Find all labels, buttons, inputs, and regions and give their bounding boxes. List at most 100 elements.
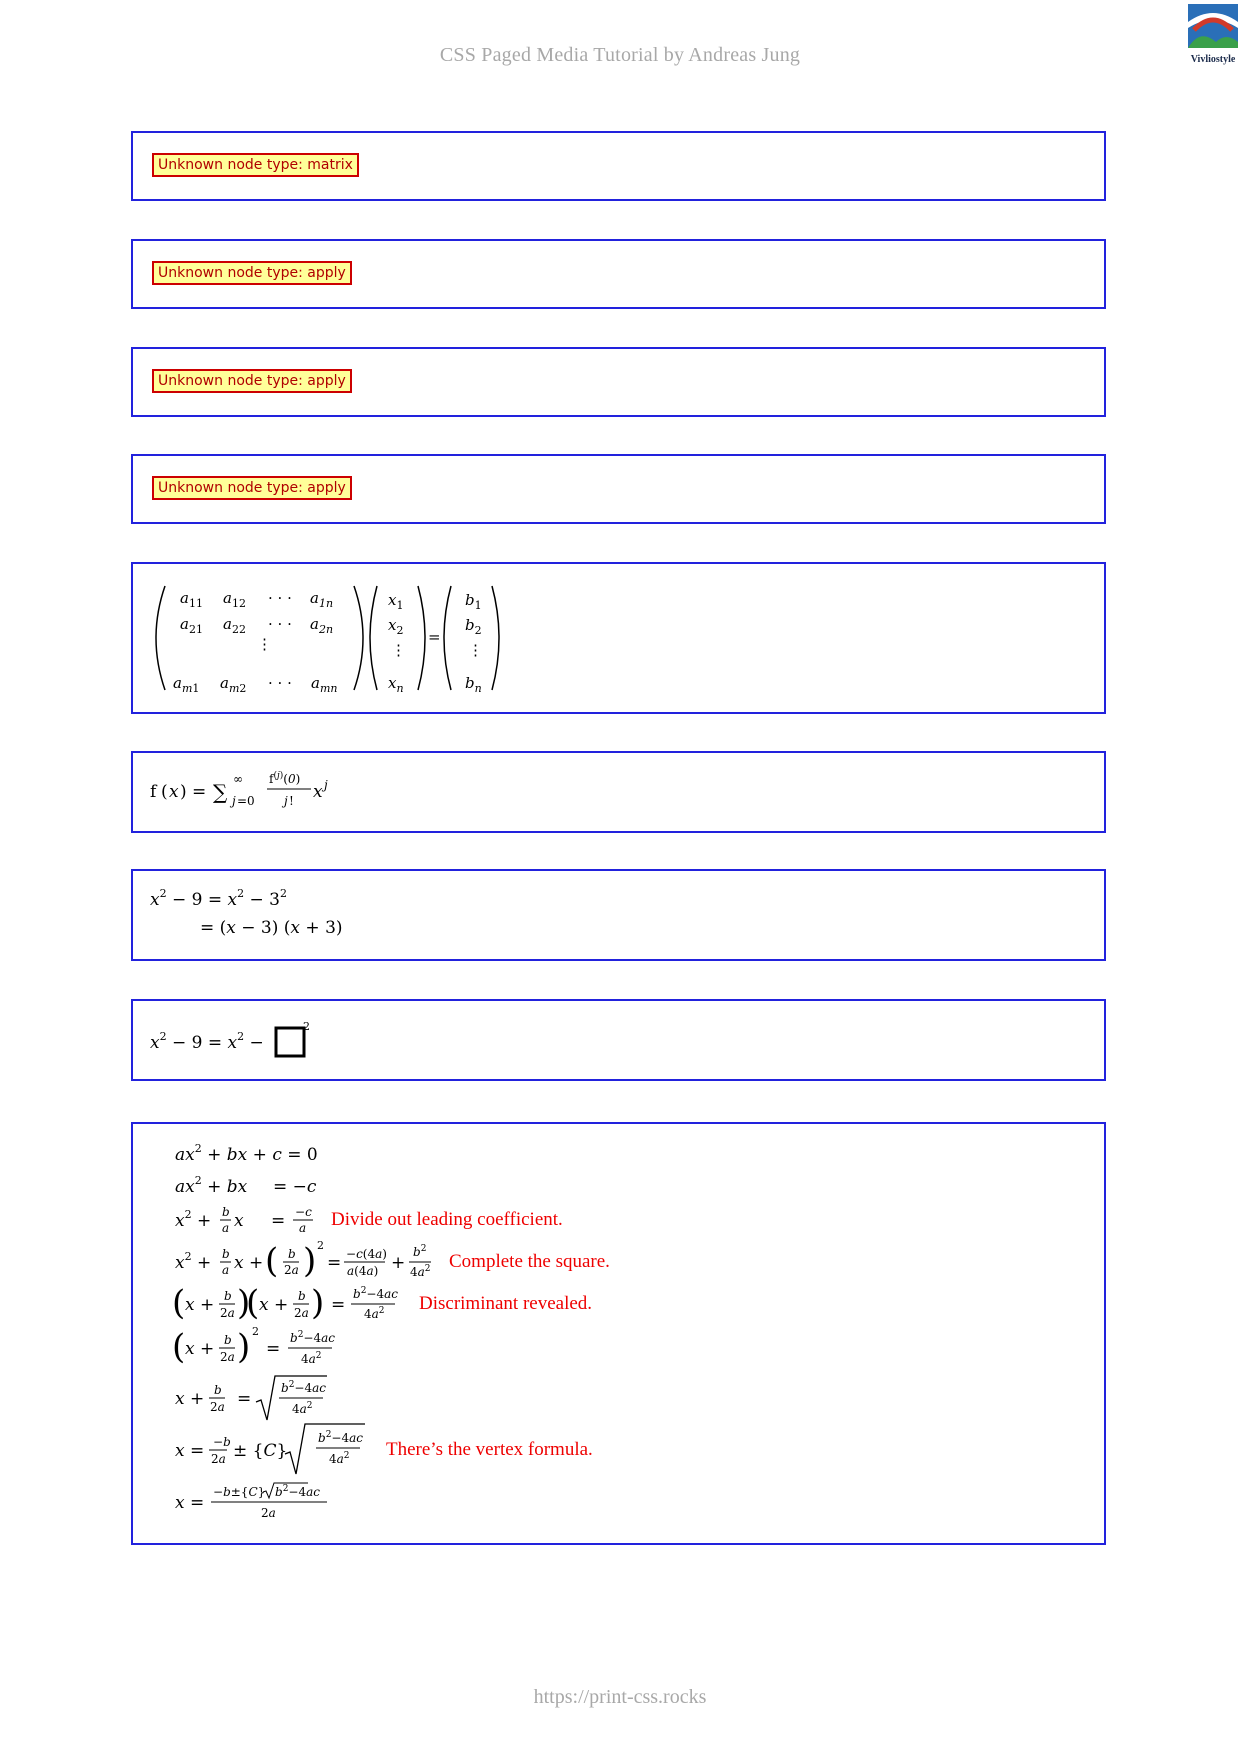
svg-text:=: =	[331, 1295, 345, 1315]
svg-text:= −c: = −c	[273, 1177, 317, 1197]
math-box-matrix-error: Unknown node type: matrix	[131, 131, 1106, 201]
svg-text:2a: 2a	[211, 1452, 226, 1466]
svg-text:a12: a12	[223, 589, 246, 610]
svg-text:b2: b2	[465, 616, 482, 637]
svg-text:2a: 2a	[261, 1506, 276, 1520]
svg-text:a1n: a1n	[310, 589, 333, 610]
svg-text:b: b	[224, 1289, 232, 1303]
annotation-step3: Divide out leading coefficient.	[331, 1209, 563, 1230]
svg-text:⋮: ⋮	[391, 641, 406, 659]
svg-text:+: +	[391, 1253, 405, 1273]
logo-wordmark: Vivliostyle	[1190, 54, 1236, 65]
svg-text:x =: x =	[175, 1441, 204, 1461]
svg-text:x2 +: x2 +	[175, 1250, 211, 1273]
svg-text:2: 2	[303, 1020, 310, 1033]
page-footer[interactable]: https://print-css.rocks	[0, 1686, 1240, 1709]
quadratic-derivation: ax2 + bx + c = 0 ax2 + bx = −c x2 + ba x…	[172, 1142, 610, 1520]
svg-text:x +: x +	[185, 1295, 214, 1315]
svg-text:=: =	[266, 1339, 280, 1359]
svg-text:2a: 2a	[220, 1350, 235, 1364]
svg-text:f(j)(0): f(j)(0)	[269, 770, 300, 786]
difference-of-squares-formula: x2 − 9 = x2 − 32 = (x − 3) (x + 3)	[150, 887, 343, 938]
svg-text:x2: x2	[388, 616, 403, 637]
svg-text:f: f	[150, 782, 158, 802]
svg-text:−b±{C}: −b±{C}	[213, 1485, 265, 1499]
svg-text:b: b	[222, 1247, 230, 1261]
svg-text:): )	[180, 782, 187, 802]
annotation-step5: Discriminant revealed.	[419, 1293, 592, 1314]
svg-text:b2: b2	[413, 1244, 426, 1259]
svg-text:x +: x +	[234, 1253, 263, 1273]
svg-text:b2−4ac: b2−4ac	[290, 1330, 335, 1345]
svg-text:=: =	[428, 628, 441, 646]
svg-text:): )	[237, 1327, 250, 1367]
svg-text:· · ·: · · ·	[268, 674, 292, 692]
svg-text:b2−4ac: b2−4ac	[353, 1286, 398, 1301]
svg-text:(: (	[265, 1241, 278, 1281]
svg-text:x1: x1	[388, 591, 403, 612]
matrix-equation: a11 a12 · · · a1n a21 a22 · · · a2n ⋮ am…	[155, 585, 500, 695]
svg-text:amn: amn	[311, 674, 337, 695]
svg-text:· · ·: · · ·	[268, 589, 292, 607]
svg-text:x2 − 9 = x2 −: x2 − 9 = x2 −	[150, 1030, 264, 1053]
svg-text:x2 − 9 = x2 − 32: x2 − 9 = x2 − 32	[150, 887, 287, 910]
svg-text:x +: x +	[185, 1339, 214, 1359]
svg-text:2a: 2a	[220, 1306, 235, 1320]
math-box-placeholder-square: x2 − 9 = x2 − 2	[131, 999, 1106, 1081]
error-label: Unknown node type: apply	[152, 369, 352, 393]
taylor-series-formula: f (x) = ∑ ∞ j =0 f(j)(0) j! x j	[150, 770, 328, 808]
svg-text:x: x	[169, 782, 179, 802]
annotation-step4: Complete the square.	[449, 1251, 610, 1272]
svg-text:⋮: ⋮	[468, 641, 483, 659]
svg-text:(: (	[172, 1283, 185, 1323]
svg-text:a: a	[222, 1263, 229, 1277]
svg-text:a: a	[299, 1221, 306, 1235]
svg-text:2a: 2a	[210, 1400, 225, 1414]
svg-text:): )	[311, 1283, 324, 1323]
error-label: Unknown node type: apply	[152, 261, 352, 285]
svg-text:4a2: 4a2	[329, 1451, 350, 1466]
svg-text:=: =	[327, 1253, 341, 1273]
svg-text:2a: 2a	[294, 1306, 309, 1320]
svg-text:(: (	[161, 782, 168, 802]
svg-text:b: b	[298, 1289, 306, 1303]
svg-text:bn: bn	[465, 674, 482, 695]
svg-text:2a: 2a	[284, 1263, 299, 1277]
svg-text:ax2 + bx: ax2 + bx	[175, 1174, 248, 1197]
svg-text:x: x	[234, 1211, 244, 1231]
error-label: Unknown node type: matrix	[152, 153, 359, 177]
svg-text:b2−4ac: b2−4ac	[275, 1484, 320, 1499]
svg-text:a: a	[222, 1221, 229, 1235]
math-box-quadratic-derivation: ax2 + bx + c = 0 ax2 + bx = −c x2 + ba x…	[131, 1122, 1106, 1545]
svg-text:a21: a21	[180, 615, 203, 636]
page-header: CSS Paged Media Tutorial by Andreas Jung	[439, 44, 801, 66]
math-box-taylor-series: f (x) = ∑ ∞ j =0 f(j)(0) j! x j	[131, 751, 1106, 833]
svg-text:4a2: 4a2	[410, 1264, 431, 1279]
svg-text:a22: a22	[223, 615, 246, 636]
math-box-apply-error-3: Unknown node type: apply	[131, 454, 1106, 524]
svg-text:± {C}: ± {C}	[233, 1441, 287, 1461]
svg-text:b: b	[222, 1205, 230, 1219]
svg-text:x =: x =	[175, 1493, 204, 1513]
svg-text:−c: −c	[295, 1205, 312, 1219]
svg-text:): )	[303, 1241, 316, 1281]
vivliostyle-logo: Vivliostyle	[1186, 2, 1240, 68]
math-box-apply-error-1: Unknown node type: apply	[131, 239, 1106, 309]
math-box-matrix-equation: a11 a12 · · · a1n a21 a22 · · · a2n ⋮ am…	[131, 562, 1106, 714]
svg-text:!: !	[289, 794, 294, 808]
error-label: Unknown node type: apply	[152, 476, 352, 500]
svg-text:=: =	[237, 1389, 251, 1409]
svg-text:b: b	[214, 1383, 222, 1397]
svg-text:(: (	[246, 1283, 259, 1323]
svg-text:j: j	[229, 794, 236, 808]
svg-text:ax2 + bx + c = 0: ax2 + bx + c = 0	[175, 1142, 318, 1165]
svg-text:a11: a11	[180, 589, 203, 610]
svg-text:x: x	[313, 782, 323, 802]
svg-text:am2: am2	[220, 674, 246, 695]
annotation-step8: There’s the vertex formula.	[386, 1439, 593, 1460]
svg-text:2: 2	[317, 1239, 324, 1252]
svg-text:=: =	[271, 1211, 285, 1231]
math-box-apply-error-2: Unknown node type: apply	[131, 347, 1106, 417]
svg-text:· · ·: · · ·	[268, 615, 292, 633]
svg-text:4a2: 4a2	[292, 1401, 313, 1416]
